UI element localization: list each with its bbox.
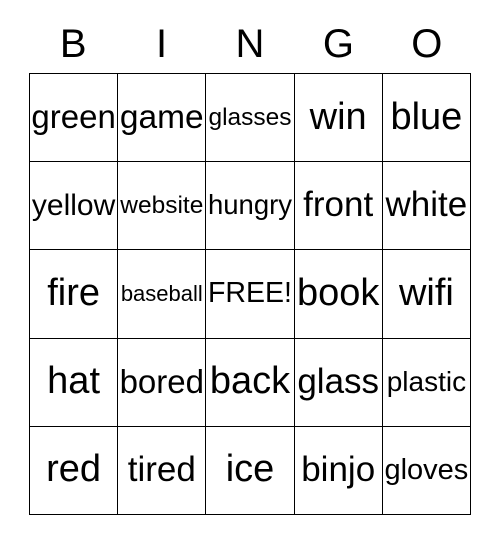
bingo-free-space-label: FREE! — [208, 277, 292, 309]
bingo-cell[interactable]: glass — [294, 338, 383, 427]
bingo-header-letter-b: B — [59, 21, 87, 66]
bingo-cell[interactable]: hungry — [206, 162, 295, 251]
bingo-cell[interactable]: website — [118, 162, 207, 251]
bingo-cell-label: wifi — [398, 272, 454, 315]
bingo-cell-label: front — [303, 185, 374, 225]
bingo-cell-label: hungry — [207, 189, 293, 221]
bingo-cell[interactable]: game — [118, 74, 207, 163]
bingo-cell-label: website — [120, 191, 204, 219]
bingo-free-space-cell[interactable]: FREE! — [206, 250, 295, 339]
bingo-cell[interactable]: baseball — [118, 250, 207, 339]
bingo-cell-label: fire — [47, 272, 100, 315]
bingo-cell-label: hat — [47, 360, 100, 403]
bingo-cell-label: green — [31, 98, 116, 136]
bingo-header-letter-o: O — [411, 21, 443, 66]
bingo-cell-label: plastic — [386, 366, 467, 398]
bingo-cell[interactable]: front — [294, 162, 383, 251]
bingo-cell[interactable]: tired — [118, 426, 207, 515]
bingo-cell[interactable]: fire — [30, 250, 119, 339]
bingo-cell-label: white — [385, 185, 468, 225]
bingo-cell[interactable]: gloves — [382, 426, 471, 515]
bingo-cell-label: yellow — [31, 189, 116, 223]
bingo-cell-label: red — [46, 448, 102, 491]
bingo-cell-label: blue — [390, 95, 463, 138]
bingo-header-letter-g: G — [322, 21, 354, 66]
bingo-cell-label: tired — [127, 449, 196, 489]
bingo-cell-label: bored — [119, 362, 204, 400]
bingo-cell[interactable]: binjo — [294, 426, 383, 515]
bingo-cell[interactable]: white — [382, 162, 471, 251]
bingo-cell[interactable]: green — [30, 74, 119, 163]
bingo-card: B I N G O green game glasses win blue ye… — [29, 14, 471, 515]
bingo-cell-label: binjo — [301, 449, 376, 489]
bingo-cell[interactable]: book — [294, 250, 383, 339]
bingo-header-row: B I N G O — [29, 14, 471, 73]
bingo-cell-label: ice — [225, 448, 275, 491]
bingo-cell-label: game — [119, 99, 204, 136]
bingo-cell-label: baseball — [120, 281, 203, 307]
bingo-cell[interactable]: win — [294, 74, 383, 163]
bingo-cell[interactable]: yellow — [30, 162, 119, 251]
bingo-cell-label: gloves — [384, 454, 469, 487]
bingo-cell[interactable]: ice — [206, 426, 295, 515]
bingo-cell-label: win — [309, 95, 367, 138]
bingo-cell[interactable]: blue — [382, 74, 471, 163]
bingo-cell[interactable]: plastic — [382, 338, 471, 427]
bingo-cell[interactable]: bored — [118, 338, 207, 427]
bingo-cell-label: glass — [297, 361, 380, 401]
bingo-header-letter-i: I — [156, 21, 168, 66]
bingo-cell[interactable]: hat — [30, 338, 119, 427]
bingo-cell-label: book — [296, 272, 380, 315]
bingo-cell-label: back — [209, 360, 291, 403]
bingo-cell[interactable]: red — [30, 426, 119, 515]
bingo-header-letter-n: N — [235, 21, 265, 66]
bingo-grid: green game glasses win blue yellow websi… — [29, 73, 471, 515]
bingo-cell-label: glasses — [208, 103, 292, 131]
bingo-cell[interactable]: glasses — [206, 74, 295, 163]
bingo-cell[interactable]: wifi — [382, 250, 471, 339]
bingo-cell[interactable]: back — [206, 338, 295, 427]
